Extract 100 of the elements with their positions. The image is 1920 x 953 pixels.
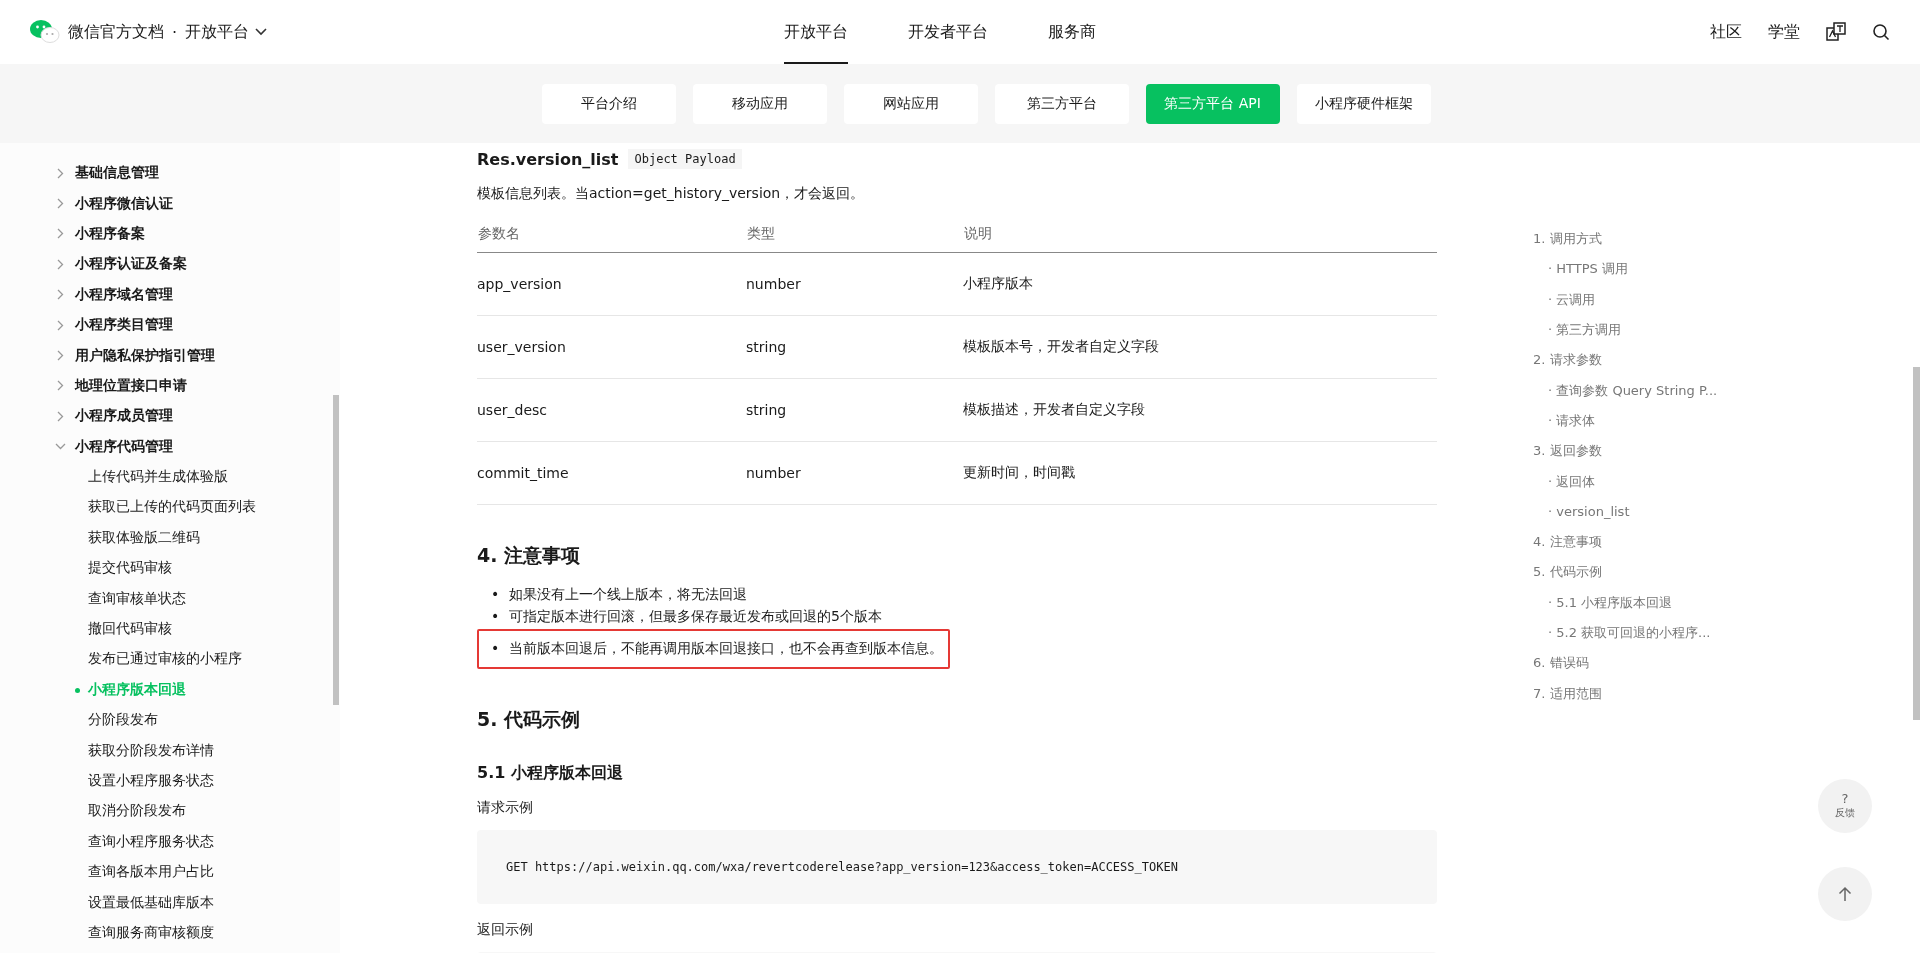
toc-link[interactable]: · 云调用 bbox=[1533, 284, 1718, 315]
subsection-heading: 5.1 小程序版本回退 bbox=[477, 763, 624, 784]
field-type: Object Payload bbox=[628, 149, 742, 169]
sidebar-subitem[interactable]: 取消分阶段发布 bbox=[0, 796, 340, 827]
chevron-down-icon bbox=[255, 28, 268, 36]
toc-link[interactable]: · 5.2 获取可回退的小程序... bbox=[1533, 617, 1718, 649]
separator-dot: · bbox=[172, 22, 178, 42]
toc-link[interactable]: · 查询参数 Query String P... bbox=[1533, 375, 1718, 406]
field-description: 模板信息列表。当action=get_history_version，才会返回。 bbox=[477, 184, 866, 203]
sidebar-subitem[interactable]: 查询审核单状态 bbox=[0, 583, 340, 614]
bullet: • bbox=[491, 639, 497, 658]
code-block: GET https://api.weixin.qq.com/wxa/revertcoderelease?app_version=123&access_token=ACCESS_TOKEN bbox=[477, 830, 1437, 904]
sidebar-item[interactable]: 小程序微信认证 bbox=[0, 188, 340, 219]
sidebar-item[interactable]: 小程序认证及备案 bbox=[0, 249, 340, 280]
sidebar-item[interactable]: 小程序类目管理 bbox=[0, 309, 340, 341]
scrollbar[interactable] bbox=[1913, 367, 1920, 720]
toc-link[interactable]: · 请求体 bbox=[1533, 405, 1718, 437]
toc-link[interactable]: 5. 代码示例 bbox=[1533, 557, 1718, 588]
field-name: Res.version_list bbox=[477, 149, 619, 169]
example-label: 返回示例 bbox=[477, 920, 534, 939]
bullet: • bbox=[491, 607, 497, 626]
note-item: 可指定版本进行回滚，但最多保存最近发布或回退的5个版本 bbox=[509, 607, 882, 626]
category-tab[interactable]: 第三方平台 bbox=[994, 83, 1129, 124]
sidebar-subitem[interactable]: 查询各版本用户占比 bbox=[0, 857, 340, 888]
sidebar-subitem[interactable]: 上传代码并生成体验版 bbox=[0, 461, 340, 493]
sidebar-item[interactable]: 小程序代码管理 bbox=[0, 431, 340, 462]
table-cell: 模板版本号，开发者自定义字段 bbox=[963, 315, 1437, 379]
sidebar-item[interactable]: 用户隐私保护指引管理 bbox=[0, 340, 340, 371]
column-header: 参数名 bbox=[477, 216, 746, 253]
table-cell: number bbox=[746, 441, 963, 505]
translate-icon[interactable] bbox=[1826, 22, 1846, 42]
toc-link[interactable]: 6. 错误码 bbox=[1533, 648, 1718, 679]
chevron-right-icon bbox=[55, 228, 66, 240]
table-cell: 模板描述，开发者自定义字段 bbox=[963, 378, 1437, 442]
nav-link[interactable]: 学堂 bbox=[1768, 21, 1800, 43]
wechat-logo-icon[interactable] bbox=[30, 19, 60, 45]
chevron-right-icon bbox=[55, 289, 66, 301]
note-item: 当前版本回退后，不能再调用版本回退接口，也不会再查到版本信息。 bbox=[509, 639, 943, 658]
table-cell: string bbox=[746, 315, 963, 379]
table-cell: commit_time bbox=[477, 441, 746, 505]
nav-tab[interactable]: 开放平台 bbox=[754, 0, 878, 64]
sidebar-subitem[interactable]: 查询小程序服务状态 bbox=[0, 826, 340, 857]
table-cell: 更新时间，时间戳 bbox=[963, 441, 1437, 505]
sidebar-item[interactable]: 小程序域名管理 bbox=[0, 279, 340, 310]
bullet: • bbox=[491, 585, 497, 604]
sidebar-subitem[interactable]: 获取分阶段发布详情 bbox=[0, 735, 340, 766]
feedback-button[interactable]: ? 反馈 bbox=[1818, 779, 1872, 833]
chevron-right-icon bbox=[55, 350, 66, 362]
toc-link[interactable]: · 返回体 bbox=[1533, 466, 1718, 497]
note-item: 如果没有上一个线上版本，将无法回退 bbox=[509, 585, 747, 604]
nav-link[interactable]: 社区 bbox=[1710, 21, 1742, 43]
example-label: 请求示例 bbox=[477, 798, 534, 817]
table-cell: user_version bbox=[477, 315, 746, 379]
sidebar-subitem[interactable]: 提交代码审核 bbox=[0, 553, 340, 584]
sidebar-item[interactable]: 小程序备案 bbox=[0, 218, 340, 250]
toc-link[interactable]: · 5.1 小程序版本回退 bbox=[1533, 587, 1718, 618]
sidebar-subitem[interactable]: 分阶段发布 bbox=[0, 705, 340, 736]
nav-tab[interactable]: 开发者平台 bbox=[878, 0, 1018, 64]
sidebar-item[interactable]: 基础信息管理 bbox=[0, 158, 340, 189]
sidebar-item[interactable]: 地理位置接口申请 bbox=[0, 370, 340, 402]
scrollbar[interactable] bbox=[333, 395, 339, 705]
sidebar-item[interactable]: 小程序成员管理 bbox=[0, 401, 340, 432]
nav-tab[interactable]: 服务商 bbox=[1018, 0, 1126, 64]
chevron-right-icon bbox=[55, 410, 66, 422]
category-tab[interactable]: 平台介绍 bbox=[541, 83, 676, 124]
chevron-right-icon bbox=[55, 319, 66, 331]
chevron-right-icon bbox=[55, 198, 66, 210]
sidebar-subitem[interactable]: 查询服务商审核额度 bbox=[0, 917, 340, 949]
category-tab[interactable]: 移动应用 bbox=[692, 83, 827, 124]
chevron-right-icon bbox=[55, 167, 66, 179]
toc-link[interactable]: 2. 请求参数 bbox=[1533, 345, 1718, 376]
section-heading: 4. 注意事项 bbox=[477, 543, 582, 568]
section-heading: 5. 代码示例 bbox=[477, 707, 582, 732]
column-header: 类型 bbox=[746, 216, 963, 253]
table-cell: user_desc bbox=[477, 378, 746, 442]
sidebar-subitem[interactable]: 设置小程序服务状态 bbox=[0, 765, 340, 797]
column-header: 说明 bbox=[963, 216, 1437, 253]
site-title[interactable]: 微信官方文档 bbox=[68, 21, 164, 43]
chevron-right-icon bbox=[55, 258, 66, 270]
chevron-right-icon bbox=[55, 380, 66, 392]
sidebar-subitem[interactable]: 获取体验版二维码 bbox=[0, 522, 340, 554]
table-cell: number bbox=[746, 252, 963, 316]
toc-link[interactable]: 4. 注意事项 bbox=[1533, 526, 1718, 558]
category-tab[interactable]: 小程序硬件框架 bbox=[1296, 83, 1431, 124]
toc-link[interactable]: · HTTPS 调用 bbox=[1533, 254, 1718, 285]
toc-link[interactable]: 1. 调用方式 bbox=[1533, 224, 1718, 255]
sidebar-subitem[interactable]: 获取已上传的代码页面列表 bbox=[0, 492, 340, 523]
table-cell: 小程序版本 bbox=[963, 252, 1437, 316]
sidebar-subitem[interactable]: 撤回代码审核 bbox=[0, 613, 340, 645]
toc-link[interactable]: 7. 适用范围 bbox=[1533, 678, 1718, 709]
toc-link[interactable]: · version_list bbox=[1533, 496, 1718, 527]
category-tab[interactable]: 网站应用 bbox=[843, 83, 978, 124]
platform-dropdown[interactable]: 开放平台 bbox=[185, 21, 268, 43]
sidebar-subitem[interactable]: 设置最低基础库版本 bbox=[0, 887, 340, 918]
sidebar-subitem[interactable]: 发布已通过审核的小程序 bbox=[0, 644, 340, 675]
toc-link[interactable]: 3. 返回参数 bbox=[1533, 436, 1718, 467]
search-icon[interactable] bbox=[1872, 23, 1890, 41]
arrow-up-icon bbox=[1838, 886, 1852, 902]
toc-link[interactable]: · 第三方调用 bbox=[1533, 314, 1718, 346]
table-cell: app_version bbox=[477, 252, 746, 316]
